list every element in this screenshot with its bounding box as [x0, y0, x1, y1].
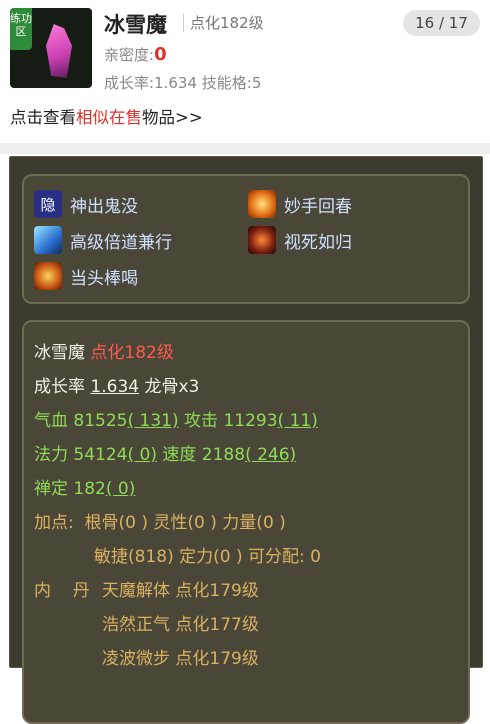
- flame-heal-icon: [248, 190, 276, 218]
- page-indicator[interactable]: 16 / 17: [403, 10, 480, 36]
- neidan-item: 凌波微步 点化179级: [102, 649, 259, 669]
- skill-item[interactable]: 妙手回春: [248, 190, 352, 218]
- zen-line: 禅定 182( 0): [34, 474, 135, 499]
- spd-bonus: ( 246): [245, 445, 297, 465]
- strike-fire-icon: [34, 262, 62, 290]
- bone-count: 龙骨x3: [144, 377, 200, 397]
- skills-box: 隐 神出鬼没 妙手回春 高级倍道兼行 视死如归 当头棒喝: [22, 174, 470, 304]
- mp-spd-line: 法力 54124( 0) 速度 2188( 246): [34, 440, 296, 465]
- similar-prefix: 点击查看: [10, 108, 76, 127]
- pet-name: 冰雪魔: [104, 13, 167, 37]
- skill-label: 神出鬼没: [70, 196, 138, 217]
- neidan-item: 浩然正气 点化177级: [102, 615, 259, 635]
- hp-bonus: ( 131): [127, 411, 179, 431]
- pet-thumbnail[interactable]: 练功区: [10, 8, 92, 88]
- zen-value: 182: [73, 479, 106, 499]
- similar-items-link[interactable]: 点击查看相似在售物品>>: [10, 104, 203, 128]
- zen-label: 禅定: [34, 479, 68, 499]
- hp-atk-line: 气血 81525( 131) 攻击 11293( 11): [34, 406, 318, 431]
- skill-item[interactable]: 视死如归: [248, 226, 352, 254]
- neidan-item: 天魔解体 点化179级: [102, 581, 259, 601]
- intimacy: 亲密度:0: [104, 44, 167, 65]
- mp-value: 54124: [73, 445, 128, 465]
- points-line-2: 敏捷(818) 定力(0 ) 可分配: 0: [94, 547, 321, 567]
- mp-label: 法力: [34, 445, 68, 465]
- skill-item[interactable]: 当头棒喝: [34, 262, 138, 290]
- stats-box: 冰雪魔 点化182级 成长率 1.634 龙骨x3 气血 81525( 131)…: [22, 320, 470, 724]
- divider: [183, 14, 184, 32]
- stats-title: 冰雪魔 点化182级: [34, 338, 174, 363]
- neidan-label: 内 丹: [34, 581, 90, 601]
- hp-value: 81525: [73, 411, 128, 431]
- spd-value: 2188: [201, 445, 246, 465]
- atk-bonus: ( 11): [277, 411, 318, 431]
- ghost-icon: 隐: [34, 190, 62, 218]
- section-gap: [0, 143, 490, 154]
- stats-level: 点化182级: [90, 343, 174, 363]
- thumb-tag: 练功区: [10, 8, 32, 50]
- skill-label: 视死如归: [284, 232, 352, 253]
- crystal-icon: [46, 24, 72, 78]
- hp-label: 气血: [34, 411, 68, 431]
- skill-item[interactable]: 隐 神出鬼没: [34, 190, 138, 218]
- growth-value: 1.634: [90, 377, 140, 397]
- atk-value: 11293: [223, 411, 278, 431]
- spd-label: 速度: [162, 445, 197, 465]
- points-line-1: 加点: 根骨(0 ) 灵性(0 ) 力量(0 ): [34, 513, 286, 533]
- pet-header: 练功区 冰雪魔 点化182级 16 / 17 亲密度:0 成长率:1.634 技…: [0, 0, 490, 143]
- pet-detail-panel: 隐 神出鬼没 妙手回春 高级倍道兼行 视死如归 当头棒喝 冰雪魔 点化182级 …: [9, 156, 483, 724]
- similar-suffix: 物品>>: [142, 108, 203, 127]
- rage-face-icon: [248, 226, 276, 254]
- growth-label: 成长率: [34, 377, 85, 397]
- skill-label: 高级倍道兼行: [70, 232, 172, 253]
- skill-label: 当头棒喝: [70, 268, 138, 289]
- growth-skill-slots: 成长率:1.634 技能格:5: [104, 74, 262, 92]
- zen-bonus: ( 0): [105, 479, 136, 499]
- similar-highlight[interactable]: 相似在售: [76, 108, 142, 127]
- skill-label: 妙手回春: [284, 196, 352, 217]
- wind-speed-icon: [34, 226, 62, 254]
- growth-line: 成长率 1.634 龙骨x3: [34, 372, 199, 397]
- atk-label: 攻击: [184, 411, 219, 431]
- intimacy-value: 0: [154, 44, 167, 65]
- pet-level: 点化182级: [190, 14, 264, 32]
- skill-item[interactable]: 高级倍道兼行: [34, 226, 172, 254]
- mp-bonus: ( 0): [127, 445, 157, 465]
- stats-name: 冰雪魔: [34, 343, 85, 363]
- intimacy-label: 亲密度:: [104, 46, 155, 64]
